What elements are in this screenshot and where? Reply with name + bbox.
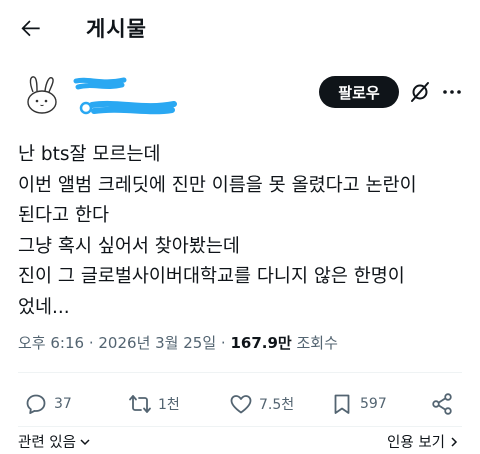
reply-button[interactable]: 37 [24, 384, 72, 424]
bookmark-button[interactable]: 597 [330, 384, 387, 424]
redacted-name [73, 77, 127, 90]
reply-sort-bar: 관련 있음 인용 보기 [0, 428, 480, 454]
views-label: 조회수 [296, 334, 338, 352]
post-line: 었네... [18, 296, 70, 318]
divider [18, 372, 462, 373]
repost-count: 1천 [158, 397, 180, 413]
back-arrow-icon[interactable] [18, 15, 44, 41]
repost-button[interactable]: 1천 [128, 384, 180, 424]
quote-label: 인용 보기 [387, 435, 445, 451]
like-count: 7.5천 [259, 397, 295, 413]
related-label: 관련 있음 [18, 435, 76, 451]
like-icon [230, 395, 252, 414]
chevron-right-icon [451, 436, 458, 447]
repost-icon [129, 395, 151, 413]
post-text: 난 bts잘 모르는데 이번 앨범 크레딧에 진만 이름을 못 올렸다고 논란이… [18, 140, 468, 323]
post-line: 난 bts잘 모르는데 [18, 144, 161, 165]
view-count: 167.9만 [230, 334, 292, 352]
follow-button[interactable]: 팔로우 [319, 76, 399, 108]
more-icon[interactable] [440, 80, 464, 104]
page-title: 게시물 [86, 17, 147, 41]
related-dropdown[interactable]: 관련 있음 [18, 431, 91, 452]
post-line: 그냥 혹시 싶어서 찾아봤는데 [18, 235, 240, 257]
bookmark-count: 597 [360, 396, 387, 412]
reply-icon [26, 394, 46, 414]
post-line: 진이 그 글로벌사이버대학교를 다니지 않은 한명이 [18, 266, 405, 287]
grok-icon[interactable] [408, 80, 432, 104]
like-button[interactable]: 7.5천 [229, 384, 294, 424]
share-button[interactable] [430, 384, 460, 424]
rabbit-avatar-drawing [27, 76, 57, 114]
reply-count: 37 [54, 396, 72, 412]
post-line: 이번 앨범 크레딧에 진만 이름을 못 올렸다고 논란이 [18, 174, 417, 196]
post-meta: 오후 6:16 · 2026년 3월 25일 · 167.9만 조회수 [18, 334, 338, 352]
redacted-handle [79, 100, 177, 115]
avatar[interactable] [18, 72, 66, 120]
top-bar: 게시물 [0, 0, 480, 56]
post-time[interactable]: 오후 6:16 [18, 334, 84, 352]
post-line: 된다고 한다 [18, 205, 109, 226]
divider [18, 426, 462, 427]
action-bar: 37 1천 7.5천 597 [0, 384, 480, 424]
chevron-down-icon [80, 438, 90, 445]
bookmark-icon [334, 394, 350, 414]
view-quotes-link[interactable]: 인용 보기 [387, 431, 460, 452]
post-date[interactable]: 2026년 3월 25일 [98, 334, 216, 352]
author-row: 팔로우 [0, 62, 480, 122]
share-icon [432, 393, 452, 415]
